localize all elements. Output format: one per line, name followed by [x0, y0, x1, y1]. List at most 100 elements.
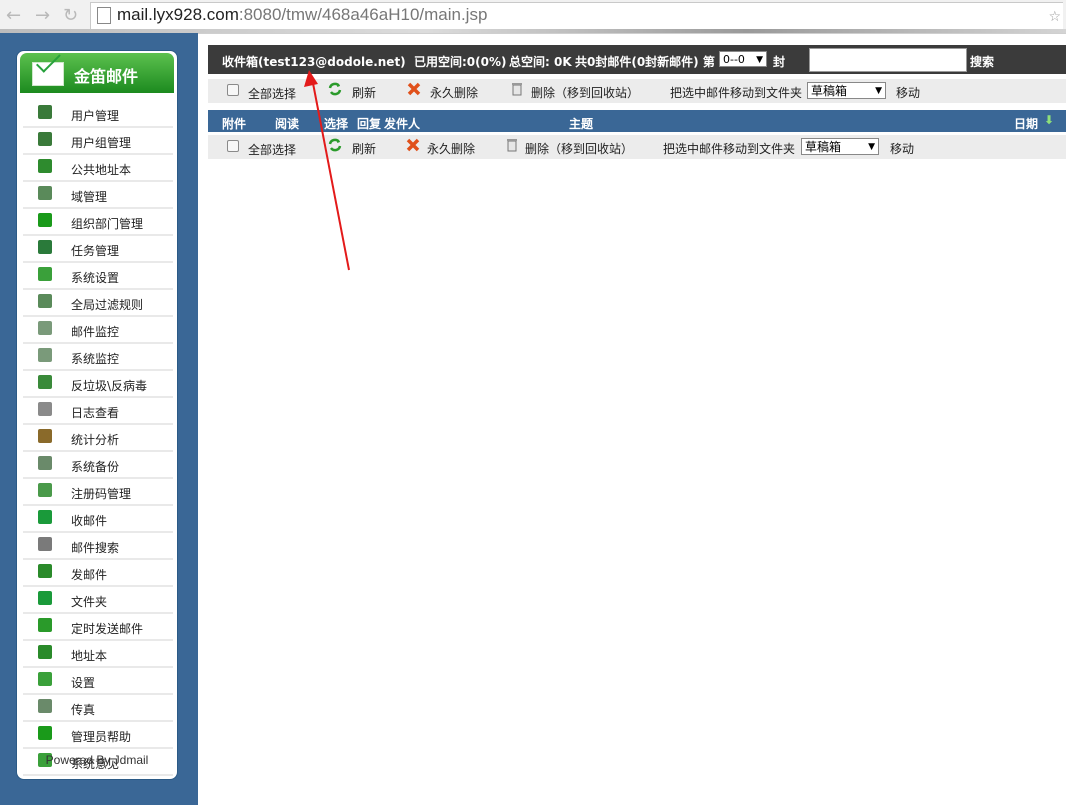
sidebar-item-label: 统计分析: [71, 433, 120, 447]
sidebar-item[interactable]: 传真: [23, 695, 173, 722]
sidebar-item[interactable]: 用户组管理: [23, 128, 173, 155]
mail-monitor-icon: [38, 321, 52, 335]
help-icon: [38, 726, 52, 740]
delete-x-icon[interactable]: [405, 137, 421, 153]
backup-icon: [38, 456, 52, 470]
sidebar-item[interactable]: 任务管理: [23, 236, 173, 263]
chevron-down-icon: ▼: [868, 142, 875, 152]
folder-select[interactable]: 草稿箱 ▼: [801, 138, 879, 155]
inbox-label: 收件箱(test123@dodole.net): [222, 55, 406, 69]
col-read[interactable]: 阅读: [275, 115, 299, 132]
refresh-button[interactable]: 刷新: [352, 140, 376, 157]
folder-select[interactable]: 草稿箱 ▼: [807, 82, 886, 99]
move-button[interactable]: 移动: [896, 84, 920, 101]
bookmark-star-icon[interactable]: ☆: [1048, 9, 1061, 25]
sidebar-item[interactable]: 退出: [23, 776, 173, 779]
sidebar-item[interactable]: 发邮件: [23, 560, 173, 587]
chevron-down-icon: ▼: [756, 55, 763, 65]
sidebar-item-label: 邮件搜索: [71, 541, 120, 555]
sidebar-item[interactable]: 注册码管理: [23, 479, 173, 506]
pen-icon: [38, 564, 52, 578]
forward-icon[interactable]: →: [35, 6, 50, 26]
sidebar-item-label: 注册码管理: [71, 487, 132, 501]
search-input[interactable]: [809, 48, 967, 72]
sidebar-item[interactable]: 系统设置: [23, 263, 173, 290]
sidebar-item[interactable]: 日志查看: [23, 398, 173, 425]
back-icon[interactable]: ←: [6, 6, 21, 26]
sidebar-item-label: 公共地址本: [71, 163, 132, 177]
folder-icon: [38, 591, 52, 605]
col-select[interactable]: 选择: [324, 115, 348, 132]
brand-header: 金笛邮件: [20, 53, 174, 93]
sidebar-item-label: 系统监控: [71, 352, 120, 366]
sidebar-item-label: 全局过滤规则: [71, 298, 144, 312]
page-select-value: 0--0: [723, 53, 745, 66]
sidebar-item-label: 用户管理: [71, 109, 120, 123]
sidebar-item[interactable]: 全局过滤规则: [23, 290, 173, 317]
page-suffix: 封: [773, 55, 786, 69]
col-reply[interactable]: 回复: [357, 115, 381, 132]
refresh-button[interactable]: 刷新: [352, 84, 376, 101]
sidebar-item-label: 组织部门管理: [71, 217, 144, 231]
sidebar-item-label: 反垃圾\反病毒: [71, 379, 148, 393]
trash-icon[interactable]: [504, 137, 520, 153]
sidebar-item-label: 收邮件: [71, 514, 108, 528]
sidebar-item[interactable]: 文件夹: [23, 587, 173, 614]
brand-title: 金笛邮件: [74, 67, 139, 86]
sidebar-item-label: 域管理: [71, 190, 108, 204]
sort-down-icon[interactable]: ⬇: [1044, 113, 1054, 127]
sidebar-item[interactable]: 邮件监控: [23, 317, 173, 344]
col-subject[interactable]: 主题: [569, 115, 593, 132]
sidebar-item[interactable]: 用户管理: [23, 101, 173, 128]
trash-icon[interactable]: [509, 81, 525, 97]
col-sender[interactable]: 发件人: [384, 115, 420, 132]
sidebar-item[interactable]: 反垃圾\反病毒: [23, 371, 173, 398]
col-attachment[interactable]: 附件: [222, 115, 246, 132]
select-all-label[interactable]: 全部选择: [248, 85, 296, 102]
mail-logo-icon: [32, 62, 64, 86]
permanent-delete-button[interactable]: 永久删除: [427, 140, 475, 157]
sidebar-item[interactable]: 组织部门管理: [23, 209, 173, 236]
address-bar[interactable]: mail.lyx928.com:8080/tmw/468a46aH10/main…: [90, 2, 1063, 30]
sidebar-item[interactable]: 收邮件: [23, 506, 173, 533]
delete-to-trash-button[interactable]: 删除（移到回收站）: [531, 84, 639, 101]
sidebar-item[interactable]: 地址本: [23, 641, 173, 668]
search-button[interactable]: 搜索: [970, 53, 994, 70]
refresh-icon[interactable]: [327, 81, 343, 97]
sidebar-item[interactable]: 定时发送邮件: [23, 614, 173, 641]
sidebar-item[interactable]: 统计分析: [23, 425, 173, 452]
select-all-label[interactable]: 全部选择: [248, 141, 296, 158]
delete-x-icon[interactable]: [406, 81, 422, 97]
clock-mail-icon: [38, 618, 52, 632]
sidebar-item[interactable]: 系统备份: [23, 452, 173, 479]
sidebar-item[interactable]: 设置: [23, 668, 173, 695]
system-monitor-icon: [38, 348, 52, 362]
sidebar-item[interactable]: 系统监控: [23, 344, 173, 371]
sidebar-item[interactable]: 域管理: [23, 182, 173, 209]
refresh-icon[interactable]: [327, 137, 343, 153]
sidebar-item[interactable]: 公共地址本: [23, 155, 173, 182]
gear-icon: [38, 267, 52, 281]
used-space: 已用空间:0(0%): [414, 55, 507, 69]
permanent-delete-button[interactable]: 永久删除: [430, 84, 478, 101]
sidebar-item-label: 系统备份: [71, 460, 120, 474]
sidebar-item[interactable]: 管理员帮助: [23, 722, 173, 749]
col-date[interactable]: 日期: [1014, 115, 1038, 132]
search-icon: [38, 537, 52, 551]
sidebar-panel: 金笛邮件 用户管理用户组管理公共地址本域管理组织部门管理任务管理 系统设置全局过滤…: [16, 50, 178, 780]
sidebar-item[interactable]: 邮件搜索: [23, 533, 173, 560]
fax-icon: [38, 699, 52, 713]
sidebar-menu: 用户管理用户组管理公共地址本域管理组织部门管理任务管理 系统设置全局过滤规则邮件监…: [23, 101, 173, 779]
move-button[interactable]: 移动: [890, 140, 914, 157]
select-all-checkbox[interactable]: [227, 140, 239, 152]
reload-icon[interactable]: ↻: [63, 6, 78, 26]
page-select[interactable]: 0--0 ▼: [719, 51, 767, 67]
sidebar-item-label: 设置: [71, 676, 96, 690]
select-all-checkbox[interactable]: [227, 84, 239, 96]
move-to-folder-label: 把选中邮件移动到文件夹: [670, 86, 803, 100]
url-host: mail.lyx928.com: [117, 5, 239, 24]
address-book-icon: [38, 159, 52, 173]
user-group-icon: [38, 132, 52, 146]
sidebar-item-label: 管理员帮助: [71, 730, 132, 744]
delete-to-trash-button[interactable]: 删除（移到回收站）: [525, 140, 633, 157]
